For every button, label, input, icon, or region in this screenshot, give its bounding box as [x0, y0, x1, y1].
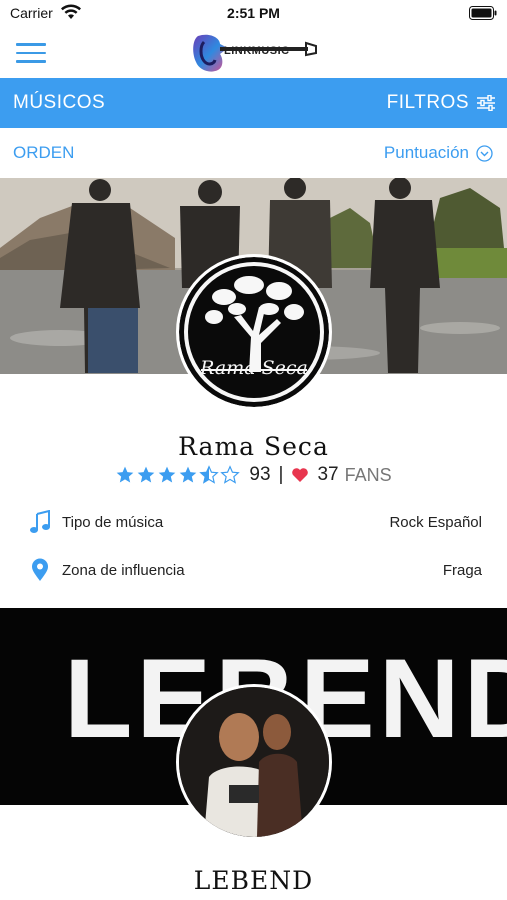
logo-text: LINKMUSIC [224, 45, 290, 57]
zone-value: Fraga [442, 562, 482, 579]
fans-count: 37 [317, 464, 339, 485]
star-full-icon [159, 466, 176, 483]
star-rating [115, 465, 241, 485]
app-header: LINKMUSIC [0, 28, 507, 78]
band-name[interactable]: LEBEND [0, 866, 507, 895]
star-full-icon [180, 466, 197, 483]
tree-logo-icon [179, 257, 329, 407]
music-type-row: Tipo de música Rock Español [0, 502, 507, 542]
musician-card[interactable]: LEBEND LEBEND [0, 608, 507, 900]
sort-select[interactable]: Puntuación [384, 143, 493, 163]
star-half-icon [199, 465, 220, 484]
band-photo [179, 687, 329, 837]
band-avatar: Rama Seca [176, 254, 332, 410]
clock: 2:51 PM [227, 5, 280, 21]
filters-label: FILTROS [386, 92, 469, 113]
rating-separator: | [278, 464, 284, 485]
order-label: ORDEN [13, 143, 75, 162]
music-type-value: Rock Español [389, 514, 482, 531]
star-full-icon [117, 466, 134, 483]
avatar-logo-text: Rama Seca [200, 357, 308, 379]
linkmusic-logo: LINKMUSIC [190, 28, 320, 78]
order-row: ORDEN Puntuación [0, 128, 507, 178]
rating-row: 93 | 37 FANS [0, 464, 507, 486]
band-name[interactable]: Rama Seca [0, 432, 507, 461]
location-pin-icon [32, 558, 48, 581]
music-type-label: Tipo de música [62, 514, 164, 531]
status-bar: Carrier 2:51 PM [0, 0, 507, 28]
section-bar: MÚSICOS FILTROS [0, 78, 507, 128]
star-full-icon [138, 466, 155, 483]
music-note-icon [30, 510, 50, 533]
band-avatar [176, 684, 332, 840]
zone-row: Zona de influencia Fraga [0, 550, 507, 590]
filters-button[interactable]: FILTROS [387, 92, 495, 114]
section-title: MÚSICOS [13, 92, 106, 113]
heart-icon[interactable] [291, 467, 309, 483]
chevron-down-circle-icon [476, 144, 493, 162]
hamburger-menu-icon[interactable] [16, 43, 46, 63]
sort-selected-value: Puntuación [383, 143, 469, 162]
fans-label: FANS [344, 464, 392, 485]
zone-label: Zona de influencia [62, 562, 185, 579]
battery-icon [469, 6, 497, 20]
star-empty-icon [220, 465, 241, 484]
sliders-icon [477, 95, 495, 111]
musician-card[interactable]: Rama Seca Rama Seca 93 | 37 FANS Tipo de… [0, 178, 507, 608]
rating-value: 93 [249, 464, 271, 485]
